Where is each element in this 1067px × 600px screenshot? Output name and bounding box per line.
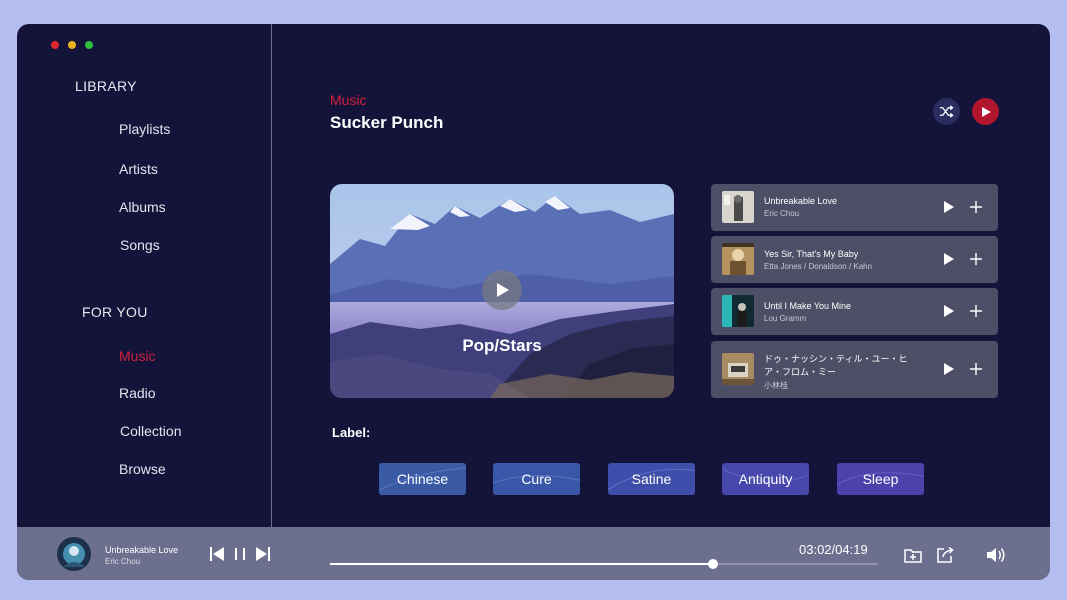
play-icon [497,283,509,297]
playback-time: 03:02/04:19 [799,542,868,557]
track-row[interactable]: Until I Make You Mine Lou Gramm [711,288,998,335]
page-title: Sucker Punch [330,113,444,132]
track-title: Yes Sir, That's My Baby [764,249,859,259]
add-icon[interactable] [969,304,983,318]
now-playing-title: Unbreakable Love [105,545,179,555]
add-to-folder-icon[interactable] [904,546,922,564]
featured-play-button[interactable] [482,270,522,310]
play-icon[interactable] [942,252,956,266]
play-icon[interactable] [942,304,956,318]
featured-playlist-label: Pop/Stars [462,336,542,355]
player-bar: Unbreakable Love Eric Chou 03:02/04:19 [17,527,1050,580]
track-artist: Eric Chou [764,209,800,218]
track-artist: Etta Jones / Donaldson / Kahn [764,262,873,271]
skip-forward-icon[interactable] [255,546,271,562]
pause-icon[interactable] [232,546,248,562]
tag-chinese[interactable]: Chinese [379,463,466,495]
shuffle-icon [939,105,954,118]
progress-bar[interactable] [330,559,878,569]
tag-cure[interactable]: Cure [493,463,580,495]
page-category: Music [330,92,367,108]
play-all-button[interactable] [972,98,999,125]
sidebar-item-collection[interactable]: Collection [120,423,181,439]
progress-handle[interactable] [707,559,718,569]
now-playing-album-art[interactable] [57,537,91,571]
sidebar-item-albums[interactable]: Albums [119,199,166,215]
progress-fill [330,563,713,565]
share-icon[interactable] [936,546,954,564]
album-art [722,243,754,275]
track-row[interactable]: Unbreakable Love Eric Chou [711,184,998,231]
sidebar-item-songs[interactable]: Songs [120,237,160,253]
now-playing-artist: Eric Chou [105,557,141,566]
album-art [722,353,754,385]
add-icon[interactable] [969,362,983,376]
main-content: Music Sucker Punch Pop/Stars Unbreakable… [272,24,1050,527]
sidebar-item-music[interactable]: Music [119,348,156,364]
sidebar-item-browse[interactable]: Browse [119,461,166,477]
track-title: Until I Make You Mine [764,301,852,311]
library-heading: LIBRARY [75,78,137,94]
skip-back-icon[interactable] [209,546,225,562]
shuffle-button[interactable] [933,98,960,125]
track-title: Unbreakable Love [764,196,838,206]
play-icon [981,106,991,117]
tag-satine[interactable]: Satine [608,463,695,495]
featured-playlist-card[interactable]: Pop/Stars [330,184,674,398]
track-row[interactable]: ドゥ・ナッシン・ティル・ユー・ヒア・フロム・ミー 小林桂 [711,341,998,398]
add-icon[interactable] [969,200,983,214]
sidebar-item-artists[interactable]: Artists [119,161,158,177]
tag-sleep[interactable]: Sleep [837,463,924,495]
track-artist: Lou Gramm [764,314,807,323]
sidebar-item-radio[interactable]: Radio [119,385,156,401]
labels-heading: Label: [332,425,371,440]
sidebar-item-playlists[interactable]: Playlists [119,121,170,137]
play-icon[interactable] [942,362,956,376]
track-title: ドゥ・ナッシン・ティル・ユー・ヒア・フロム・ミー [764,354,908,377]
tag-antiquity[interactable]: Antiquity [722,463,809,495]
for-you-heading: FOR YOU [82,304,148,320]
play-icon[interactable] [942,200,956,214]
track-row[interactable]: Yes Sir, That's My Baby Etta Jones / Don… [711,236,998,283]
album-art [722,191,754,223]
track-artist: 小林桂 [764,381,788,390]
app-window: LIBRARY Playlists Artists Albums Songs F… [17,24,1050,580]
sidebar: LIBRARY Playlists Artists Albums Songs F… [17,24,272,527]
album-art [722,295,754,327]
volume-icon[interactable] [985,546,1007,564]
add-icon[interactable] [969,252,983,266]
